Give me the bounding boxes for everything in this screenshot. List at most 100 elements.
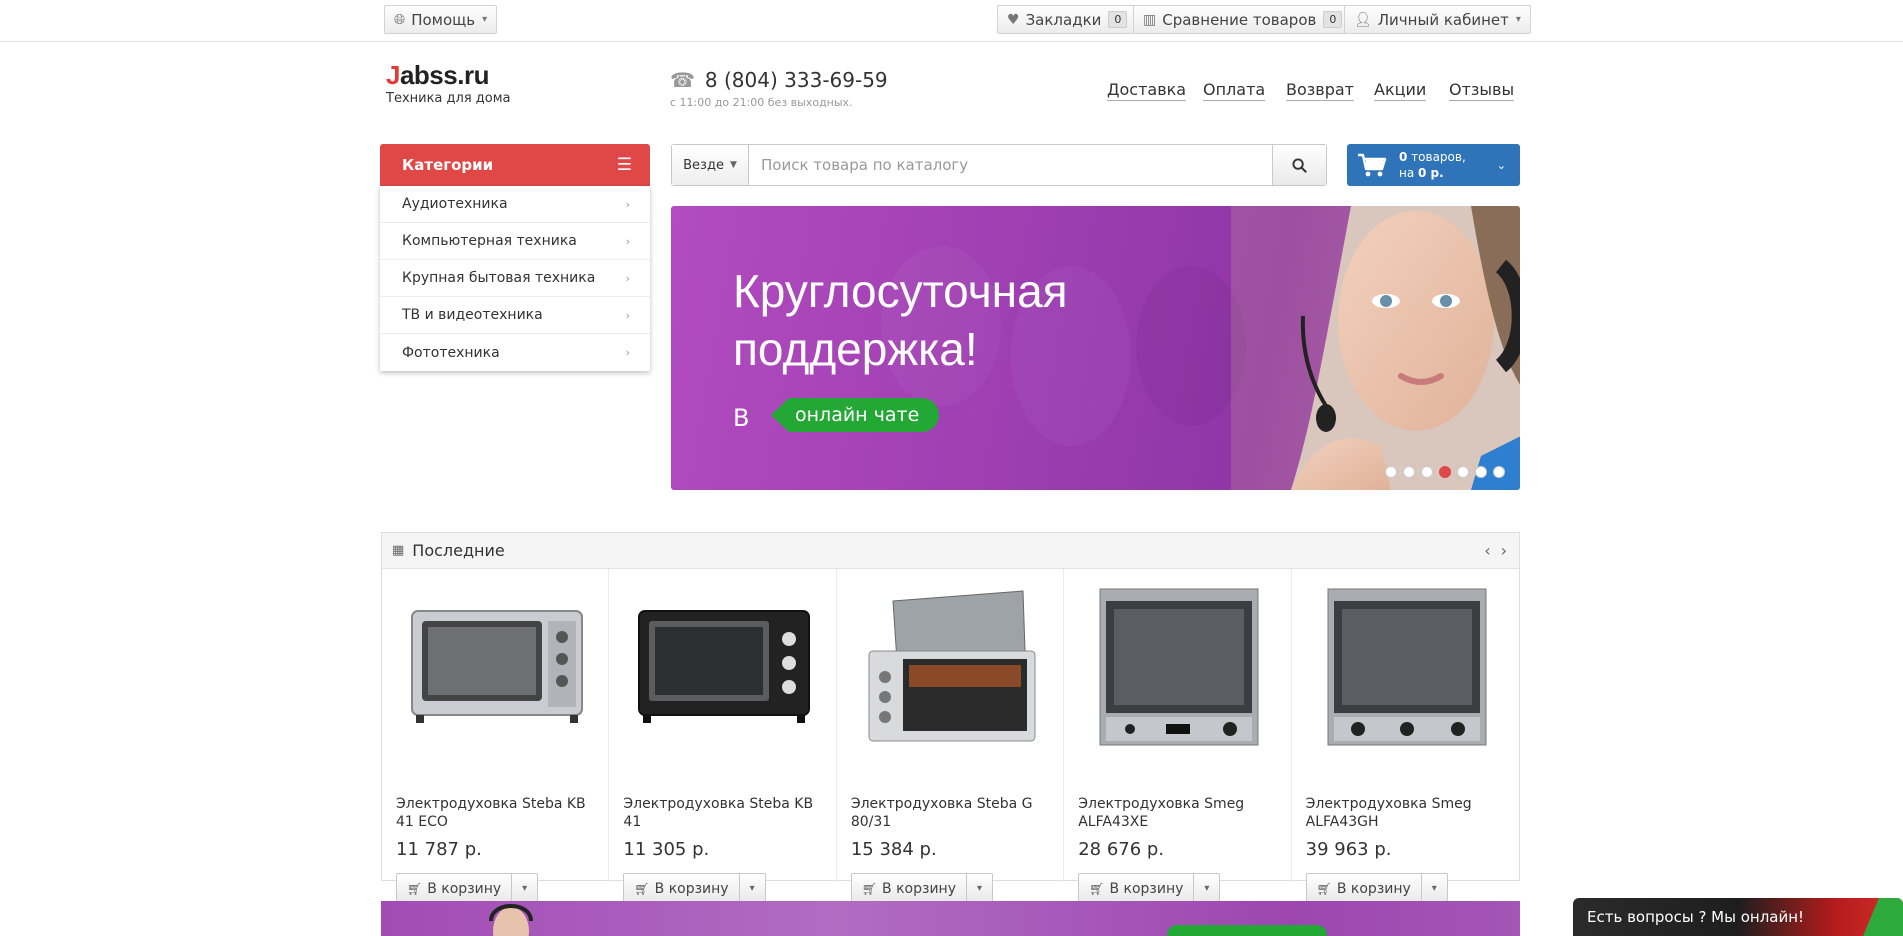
logo-wordmark: Jabss.ru bbox=[386, 60, 489, 90]
bookmarks-count: 0 bbox=[1108, 11, 1128, 28]
working-hours: с 11:00 до 21:00 без выходных. bbox=[670, 96, 853, 109]
promo-banner-strip[interactable] bbox=[381, 901, 1520, 936]
add-to-cart-button[interactable]: 🛒︎ В корзину bbox=[850, 873, 967, 904]
slider-dots bbox=[1385, 466, 1505, 478]
cart-options-dropdown[interactable]: ▾ bbox=[1421, 873, 1448, 904]
logo-tagline: Техника для дома bbox=[386, 91, 511, 106]
chevron-right-icon: › bbox=[625, 308, 630, 322]
cart-options-dropdown[interactable]: ▾ bbox=[739, 873, 766, 904]
chevron-down-icon: ▾ bbox=[1431, 883, 1437, 894]
compare-button[interactable]: ▥ Сравнение товаров 0 bbox=[1133, 5, 1353, 34]
banner-title: Круглосуточная поддержка! bbox=[733, 265, 1068, 375]
latest-products-panel: ▦ Последние ‹ › Электродуховка Steba KB … bbox=[381, 532, 1520, 904]
search-input[interactable] bbox=[749, 145, 1272, 185]
product-image[interactable] bbox=[398, 581, 594, 749]
cart-button[interactable]: 0 товаров, на 0 р. ⌄ bbox=[1347, 144, 1520, 186]
account-dropdown[interactable]: 👤︎ Личный кабинет ▾ bbox=[1344, 5, 1531, 34]
bookmarks-label: Закладки bbox=[1025, 10, 1102, 29]
compare-count: 0 bbox=[1323, 11, 1343, 28]
cart-icon: 🛒︎ bbox=[407, 881, 423, 896]
compare-label: Сравнение товаров bbox=[1162, 10, 1317, 29]
product-image[interactable] bbox=[1308, 581, 1504, 749]
product-price: 11 305 р. bbox=[623, 839, 710, 860]
search-bar: Везде ▼ bbox=[671, 144, 1327, 186]
product-name[interactable]: Электродуховка Steba KB 41 ECO bbox=[396, 795, 596, 831]
category-item-tv-video[interactable]: ТВ и видеотехника › bbox=[380, 297, 650, 334]
chevron-right-icon: › bbox=[625, 346, 630, 359]
cart-icon: 🛒︎ bbox=[1316, 881, 1332, 896]
cart-options-dropdown[interactable]: ▾ bbox=[512, 873, 539, 904]
banner-chat-badge: онлайн чате bbox=[771, 398, 940, 432]
nav-delivery[interactable]: Доставка bbox=[1107, 80, 1187, 101]
top-bar: 🌐︎ Помощь ▾ ♥ Закладки 0 ▥ Сравнение тов… bbox=[0, 0, 1903, 42]
chevron-down-icon: ▾ bbox=[1204, 883, 1210, 894]
chevron-down-icon: ▾ bbox=[976, 883, 983, 894]
categories-header[interactable]: Категории ☰ bbox=[380, 144, 650, 186]
carousel-prev-icon[interactable]: ‹ bbox=[1484, 541, 1490, 560]
latest-products-title: Последние bbox=[412, 541, 505, 560]
user-icon: 👤︎ bbox=[1354, 11, 1372, 28]
nav-returns[interactable]: Возврат bbox=[1286, 80, 1354, 101]
add-to-cart-button[interactable]: 🛒︎ В корзину bbox=[1078, 873, 1195, 904]
categories-title: Категории bbox=[402, 156, 494, 174]
cart-icon: 🛒︎ bbox=[1089, 881, 1105, 896]
product-name[interactable]: Электродуховка Steba G 80/31 bbox=[851, 795, 1051, 831]
product-name[interactable]: Электродуховка Smeg ALFA43XE bbox=[1078, 795, 1278, 831]
nav-payment[interactable]: Оплата bbox=[1203, 80, 1266, 101]
nav-promotions[interactable]: Акции bbox=[1374, 80, 1427, 101]
category-item-photo[interactable]: Фототехника › bbox=[380, 334, 650, 371]
chevron-down-icon: ▼ bbox=[729, 160, 737, 170]
hero-banner[interactable]: Круглосуточная поддержка! В онлайн чате bbox=[671, 206, 1520, 490]
product-card: Электродуховка Steba KB 41 ECO 11 787 р.… bbox=[382, 569, 610, 904]
chevron-down-icon: ⌄ bbox=[1496, 158, 1506, 172]
help-label: Помощь bbox=[411, 10, 476, 29]
slider-dot[interactable] bbox=[1403, 466, 1415, 478]
chat-label: Есть вопросы ? Мы онлайн! bbox=[1587, 908, 1805, 926]
carousel-next-icon[interactable]: › bbox=[1501, 541, 1507, 560]
product-name[interactable]: Электродуховка Steba KB 41 bbox=[623, 795, 823, 831]
account-label: Личный кабинет bbox=[1377, 10, 1509, 29]
logo[interactable]: Jabss.ru Техника для дома bbox=[386, 62, 511, 106]
slider-dot[interactable] bbox=[1457, 466, 1469, 478]
product-price: 11 787 р. bbox=[396, 839, 482, 860]
cart-options-dropdown[interactable]: ▾ bbox=[1194, 873, 1221, 904]
slider-dot[interactable] bbox=[1385, 466, 1397, 478]
search-icon bbox=[1292, 157, 1307, 173]
chevron-down-icon: ▾ bbox=[749, 883, 755, 894]
category-item-large-appliances[interactable]: Крупная бытовая техника › bbox=[380, 260, 650, 297]
help-dropdown[interactable]: 🌐︎ Помощь ▾ bbox=[384, 5, 498, 34]
product-price: 39 963 р. bbox=[1305, 839, 1392, 860]
support-agent-image bbox=[1231, 206, 1520, 490]
cart-icon: 🛒︎ bbox=[861, 881, 878, 896]
slider-dot-active[interactable] bbox=[1439, 466, 1451, 478]
chevron-down-icon: ▾ bbox=[522, 883, 528, 894]
product-image[interactable] bbox=[625, 581, 821, 749]
add-to-cart-button[interactable]: 🛒︎ В корзину bbox=[396, 873, 513, 904]
cart-options-dropdown[interactable]: ▾ bbox=[967, 873, 993, 904]
product-name[interactable]: Электродуховка Smeg ALFA43GH bbox=[1306, 795, 1506, 831]
online-chat-widget[interactable]: Есть вопросы ? Мы онлайн! bbox=[1573, 898, 1903, 936]
product-image[interactable] bbox=[1080, 581, 1276, 749]
slider-dot[interactable] bbox=[1475, 466, 1487, 478]
heart-icon: ♥ bbox=[1007, 11, 1020, 28]
slider-dot[interactable] bbox=[1493, 466, 1505, 478]
category-item-computers[interactable]: Компьютерная техника › bbox=[380, 223, 650, 260]
latest-products-header: ▦ Последние ‹ › bbox=[382, 533, 1519, 569]
categories-list: Аудиотехника › Компьютерная техника › Круп… bbox=[380, 186, 650, 371]
product-image[interactable] bbox=[853, 581, 1049, 749]
search-scope-dropdown[interactable]: Везде ▼ bbox=[672, 145, 749, 185]
cart-icon bbox=[1358, 153, 1387, 177]
phone-number: ☎ 8 (804) 333-69-59 bbox=[670, 68, 888, 92]
chat-decoration bbox=[1863, 898, 1903, 936]
search-button[interactable] bbox=[1272, 145, 1326, 185]
slider-dot[interactable] bbox=[1421, 466, 1433, 478]
menu-icon: ☰ bbox=[616, 155, 632, 175]
add-to-cart-button[interactable]: 🛒︎ В корзину bbox=[623, 873, 740, 904]
phone-icon: ☎ bbox=[670, 68, 695, 92]
cart-icon: 🛒︎ bbox=[634, 881, 650, 896]
nav-reviews[interactable]: Отзывы bbox=[1449, 80, 1515, 101]
bookmarks-button[interactable]: ♥ Закладки 0 bbox=[997, 5, 1138, 34]
bar-chart-icon: ▥ bbox=[1143, 11, 1157, 28]
category-item-audio[interactable]: Аудиотехника › bbox=[380, 186, 650, 223]
add-to-cart-button[interactable]: 🛒︎ В корзину bbox=[1305, 873, 1422, 904]
